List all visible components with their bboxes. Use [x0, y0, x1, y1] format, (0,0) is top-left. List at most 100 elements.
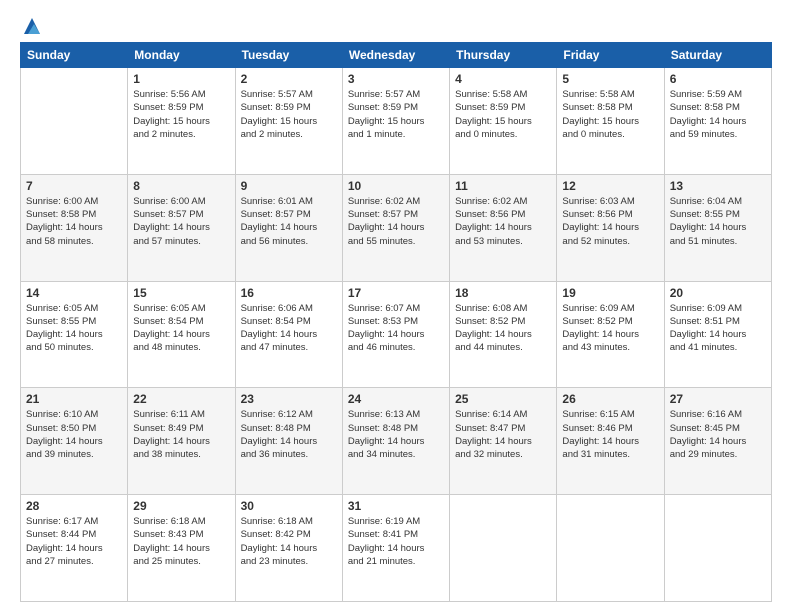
- day-info: Sunrise: 5:57 AMSunset: 8:59 PMDaylight:…: [348, 88, 444, 141]
- day-info: Sunrise: 6:00 AMSunset: 8:57 PMDaylight:…: [133, 195, 229, 248]
- week-row-2: 7 Sunrise: 6:00 AMSunset: 8:58 PMDaylight…: [21, 174, 772, 281]
- day-info: Sunrise: 6:01 AMSunset: 8:57 PMDaylight:…: [241, 195, 337, 248]
- week-row-5: 28Sunrise: 6:17 AMSunset: 8:44 PMDayligh…: [21, 495, 772, 602]
- calendar-cell: [664, 495, 771, 602]
- day-info: Sunrise: 6:13 AMSunset: 8:48 PMDaylight:…: [348, 408, 444, 461]
- header: [20, 16, 772, 32]
- day-number: 9: [241, 179, 337, 193]
- calendar-cell: 8 Sunrise: 6:00 AMSunset: 8:57 PMDaylight…: [128, 174, 235, 281]
- day-number: 27: [670, 392, 766, 406]
- day-number: 15: [133, 286, 229, 300]
- calendar-cell: 23Sunrise: 6:12 AMSunset: 8:48 PMDayligh…: [235, 388, 342, 495]
- day-number: 25: [455, 392, 551, 406]
- day-number: 22: [133, 392, 229, 406]
- day-info: Sunrise: 6:19 AMSunset: 8:41 PMDaylight:…: [348, 515, 444, 568]
- week-row-3: 14 Sunrise: 6:05 AMSunset: 8:55 PMDayligh…: [21, 281, 772, 388]
- day-info: Sunrise: 6:09 AMSunset: 8:51 PMDaylight:…: [670, 302, 766, 355]
- calendar-cell: 20 Sunrise: 6:09 AMSunset: 8:51 PMDayligh…: [664, 281, 771, 388]
- day-number: 31: [348, 499, 444, 513]
- day-number: 6: [670, 72, 766, 86]
- day-number: 2: [241, 72, 337, 86]
- day-number: 11: [455, 179, 551, 193]
- calendar-cell: 13Sunrise: 6:04 AMSunset: 8:55 PMDayligh…: [664, 174, 771, 281]
- day-info: Sunrise: 6:16 AMSunset: 8:45 PMDaylight:…: [670, 408, 766, 461]
- calendar-cell: 31 Sunrise: 6:19 AMSunset: 8:41 PMDayligh…: [342, 495, 449, 602]
- day-info: Sunrise: 6:05 AMSunset: 8:55 PMDaylight:…: [26, 302, 122, 355]
- day-info: Sunrise: 6:03 AMSunset: 8:56 PMDaylight:…: [562, 195, 658, 248]
- calendar-cell: 25Sunrise: 6:14 AMSunset: 8:47 PMDayligh…: [450, 388, 557, 495]
- day-number: 12: [562, 179, 658, 193]
- day-info: Sunrise: 6:18 AMSunset: 8:43 PMDaylight:…: [133, 515, 229, 568]
- calendar-cell: 12 Sunrise: 6:03 AMSunset: 8:56 PMDayligh…: [557, 174, 664, 281]
- calendar-cell: 19 Sunrise: 6:09 AMSunset: 8:52 PMDayligh…: [557, 281, 664, 388]
- calendar-cell: 16Sunrise: 6:06 AMSunset: 8:54 PMDayligh…: [235, 281, 342, 388]
- logo: [20, 16, 42, 32]
- weekday-saturday: Saturday: [664, 43, 771, 68]
- day-info: Sunrise: 5:59 AMSunset: 8:58 PMDaylight:…: [670, 88, 766, 141]
- day-info: Sunrise: 6:11 AMSunset: 8:49 PMDaylight:…: [133, 408, 229, 461]
- day-number: 10: [348, 179, 444, 193]
- calendar-cell: 21 Sunrise: 6:10 AMSunset: 8:50 PMDayligh…: [21, 388, 128, 495]
- day-number: 13: [670, 179, 766, 193]
- day-info: Sunrise: 6:10 AMSunset: 8:50 PMDaylight:…: [26, 408, 122, 461]
- calendar-table: SundayMondayTuesdayWednesdayThursdayFrid…: [20, 42, 772, 602]
- weekday-thursday: Thursday: [450, 43, 557, 68]
- calendar-cell: 17 Sunrise: 6:07 AMSunset: 8:53 PMDayligh…: [342, 281, 449, 388]
- day-number: 28: [26, 499, 122, 513]
- calendar-cell: [557, 495, 664, 602]
- day-number: 21: [26, 392, 122, 406]
- day-number: 20: [670, 286, 766, 300]
- weekday-wednesday: Wednesday: [342, 43, 449, 68]
- logo-icon: [22, 16, 42, 36]
- day-number: 8: [133, 179, 229, 193]
- day-info: Sunrise: 5:58 AMSunset: 8:58 PMDaylight:…: [562, 88, 658, 141]
- calendar-cell: 24 Sunrise: 6:13 AMSunset: 8:48 PMDayligh…: [342, 388, 449, 495]
- week-row-1: 1Sunrise: 5:56 AMSunset: 8:59 PMDaylight…: [21, 68, 772, 175]
- calendar-cell: 5 Sunrise: 5:58 AMSunset: 8:58 PMDaylight…: [557, 68, 664, 175]
- day-info: Sunrise: 6:02 AMSunset: 8:56 PMDaylight:…: [455, 195, 551, 248]
- day-number: 17: [348, 286, 444, 300]
- calendar-cell: 10 Sunrise: 6:02 AMSunset: 8:57 PMDayligh…: [342, 174, 449, 281]
- calendar-cell: 26 Sunrise: 6:15 AMSunset: 8:46 PMDayligh…: [557, 388, 664, 495]
- calendar-cell: 1Sunrise: 5:56 AMSunset: 8:59 PMDaylight…: [128, 68, 235, 175]
- day-number: 14: [26, 286, 122, 300]
- day-info: Sunrise: 6:15 AMSunset: 8:46 PMDaylight:…: [562, 408, 658, 461]
- calendar-cell: 18 Sunrise: 6:08 AMSunset: 8:52 PMDayligh…: [450, 281, 557, 388]
- page: SundayMondayTuesdayWednesdayThursdayFrid…: [0, 0, 792, 612]
- day-number: 29: [133, 499, 229, 513]
- day-number: 24: [348, 392, 444, 406]
- calendar-cell: 3 Sunrise: 5:57 AMSunset: 8:59 PMDaylight…: [342, 68, 449, 175]
- day-info: Sunrise: 6:06 AMSunset: 8:54 PMDaylight:…: [241, 302, 337, 355]
- day-info: Sunrise: 6:00 AMSunset: 8:58 PMDaylight:…: [26, 195, 122, 248]
- calendar-cell: 14 Sunrise: 6:05 AMSunset: 8:55 PMDayligh…: [21, 281, 128, 388]
- day-number: 19: [562, 286, 658, 300]
- calendar-cell: 11 Sunrise: 6:02 AMSunset: 8:56 PMDayligh…: [450, 174, 557, 281]
- weekday-sunday: Sunday: [21, 43, 128, 68]
- day-info: Sunrise: 5:57 AMSunset: 8:59 PMDaylight:…: [241, 88, 337, 141]
- day-info: Sunrise: 6:12 AMSunset: 8:48 PMDaylight:…: [241, 408, 337, 461]
- calendar-cell: 4Sunrise: 5:58 AMSunset: 8:59 PMDaylight…: [450, 68, 557, 175]
- day-number: 18: [455, 286, 551, 300]
- calendar-cell: 27 Sunrise: 6:16 AMSunset: 8:45 PMDayligh…: [664, 388, 771, 495]
- day-number: 3: [348, 72, 444, 86]
- day-number: 7: [26, 179, 122, 193]
- day-number: 30: [241, 499, 337, 513]
- weekday-tuesday: Tuesday: [235, 43, 342, 68]
- calendar-cell: 30 Sunrise: 6:18 AMSunset: 8:42 PMDayligh…: [235, 495, 342, 602]
- week-row-4: 21 Sunrise: 6:10 AMSunset: 8:50 PMDayligh…: [21, 388, 772, 495]
- day-info: Sunrise: 6:09 AMSunset: 8:52 PMDaylight:…: [562, 302, 658, 355]
- day-info: Sunrise: 6:18 AMSunset: 8:42 PMDaylight:…: [241, 515, 337, 568]
- day-info: Sunrise: 6:07 AMSunset: 8:53 PMDaylight:…: [348, 302, 444, 355]
- day-number: 5: [562, 72, 658, 86]
- day-number: 26: [562, 392, 658, 406]
- calendar-cell: 15 Sunrise: 6:05 AMSunset: 8:54 PMDayligh…: [128, 281, 235, 388]
- calendar-cell: 7 Sunrise: 6:00 AMSunset: 8:58 PMDaylight…: [21, 174, 128, 281]
- calendar-cell: [21, 68, 128, 175]
- day-info: Sunrise: 6:08 AMSunset: 8:52 PMDaylight:…: [455, 302, 551, 355]
- calendar-cell: [450, 495, 557, 602]
- weekday-monday: Monday: [128, 43, 235, 68]
- day-info: Sunrise: 5:56 AMSunset: 8:59 PMDaylight:…: [133, 88, 229, 141]
- day-info: Sunrise: 6:05 AMSunset: 8:54 PMDaylight:…: [133, 302, 229, 355]
- day-info: Sunrise: 6:02 AMSunset: 8:57 PMDaylight:…: [348, 195, 444, 248]
- calendar-cell: 9 Sunrise: 6:01 AMSunset: 8:57 PMDaylight…: [235, 174, 342, 281]
